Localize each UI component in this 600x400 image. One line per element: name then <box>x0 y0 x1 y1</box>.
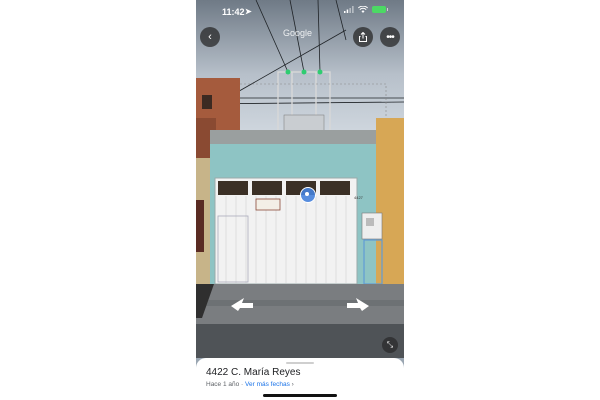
more-dates-link[interactable]: Ver más fechas <box>245 381 290 388</box>
place-meta: Hace 1 año · Ver más fechas › <box>206 381 294 388</box>
collapse-button[interactable]: ⤡ <box>382 337 398 353</box>
chevron-left-icon: ‹ <box>208 31 212 43</box>
drag-handle[interactable] <box>286 362 314 364</box>
more-dots-icon: ••• <box>386 31 394 43</box>
street-view-image[interactable] <box>196 0 404 358</box>
place-title: 4422 C. María Reyes <box>206 367 301 378</box>
share-icon <box>359 32 367 42</box>
arrow-right-icon[interactable] <box>346 296 370 312</box>
signal-icon <box>344 6 354 13</box>
house-number: 4427 <box>354 195 363 200</box>
status-time: 11:42 <box>222 7 245 17</box>
collapse-icon: ⤡ <box>386 340 394 349</box>
status-bar: 11:42 ➤ <box>196 0 404 24</box>
home-indicator[interactable] <box>263 394 337 397</box>
battery-icon <box>372 6 388 13</box>
back-button[interactable]: ‹ <box>200 27 220 47</box>
arrow-left-icon[interactable] <box>230 296 254 312</box>
more-options-button[interactable]: ••• <box>380 27 400 47</box>
phone-screen: 4427 11:42 ➤ ‹ Google ••• ⤡ 4422 C. Marí… <box>196 0 404 400</box>
google-watermark: Google <box>283 28 313 38</box>
wifi-icon <box>358 6 368 13</box>
location-arrow-icon: ➤ <box>245 7 252 16</box>
chevron-right-icon: › <box>291 381 294 388</box>
location-pin-icon[interactable] <box>300 187 316 203</box>
status-icons <box>344 6 388 13</box>
capture-age: Hace 1 año <box>206 381 240 388</box>
share-button[interactable] <box>353 27 373 47</box>
